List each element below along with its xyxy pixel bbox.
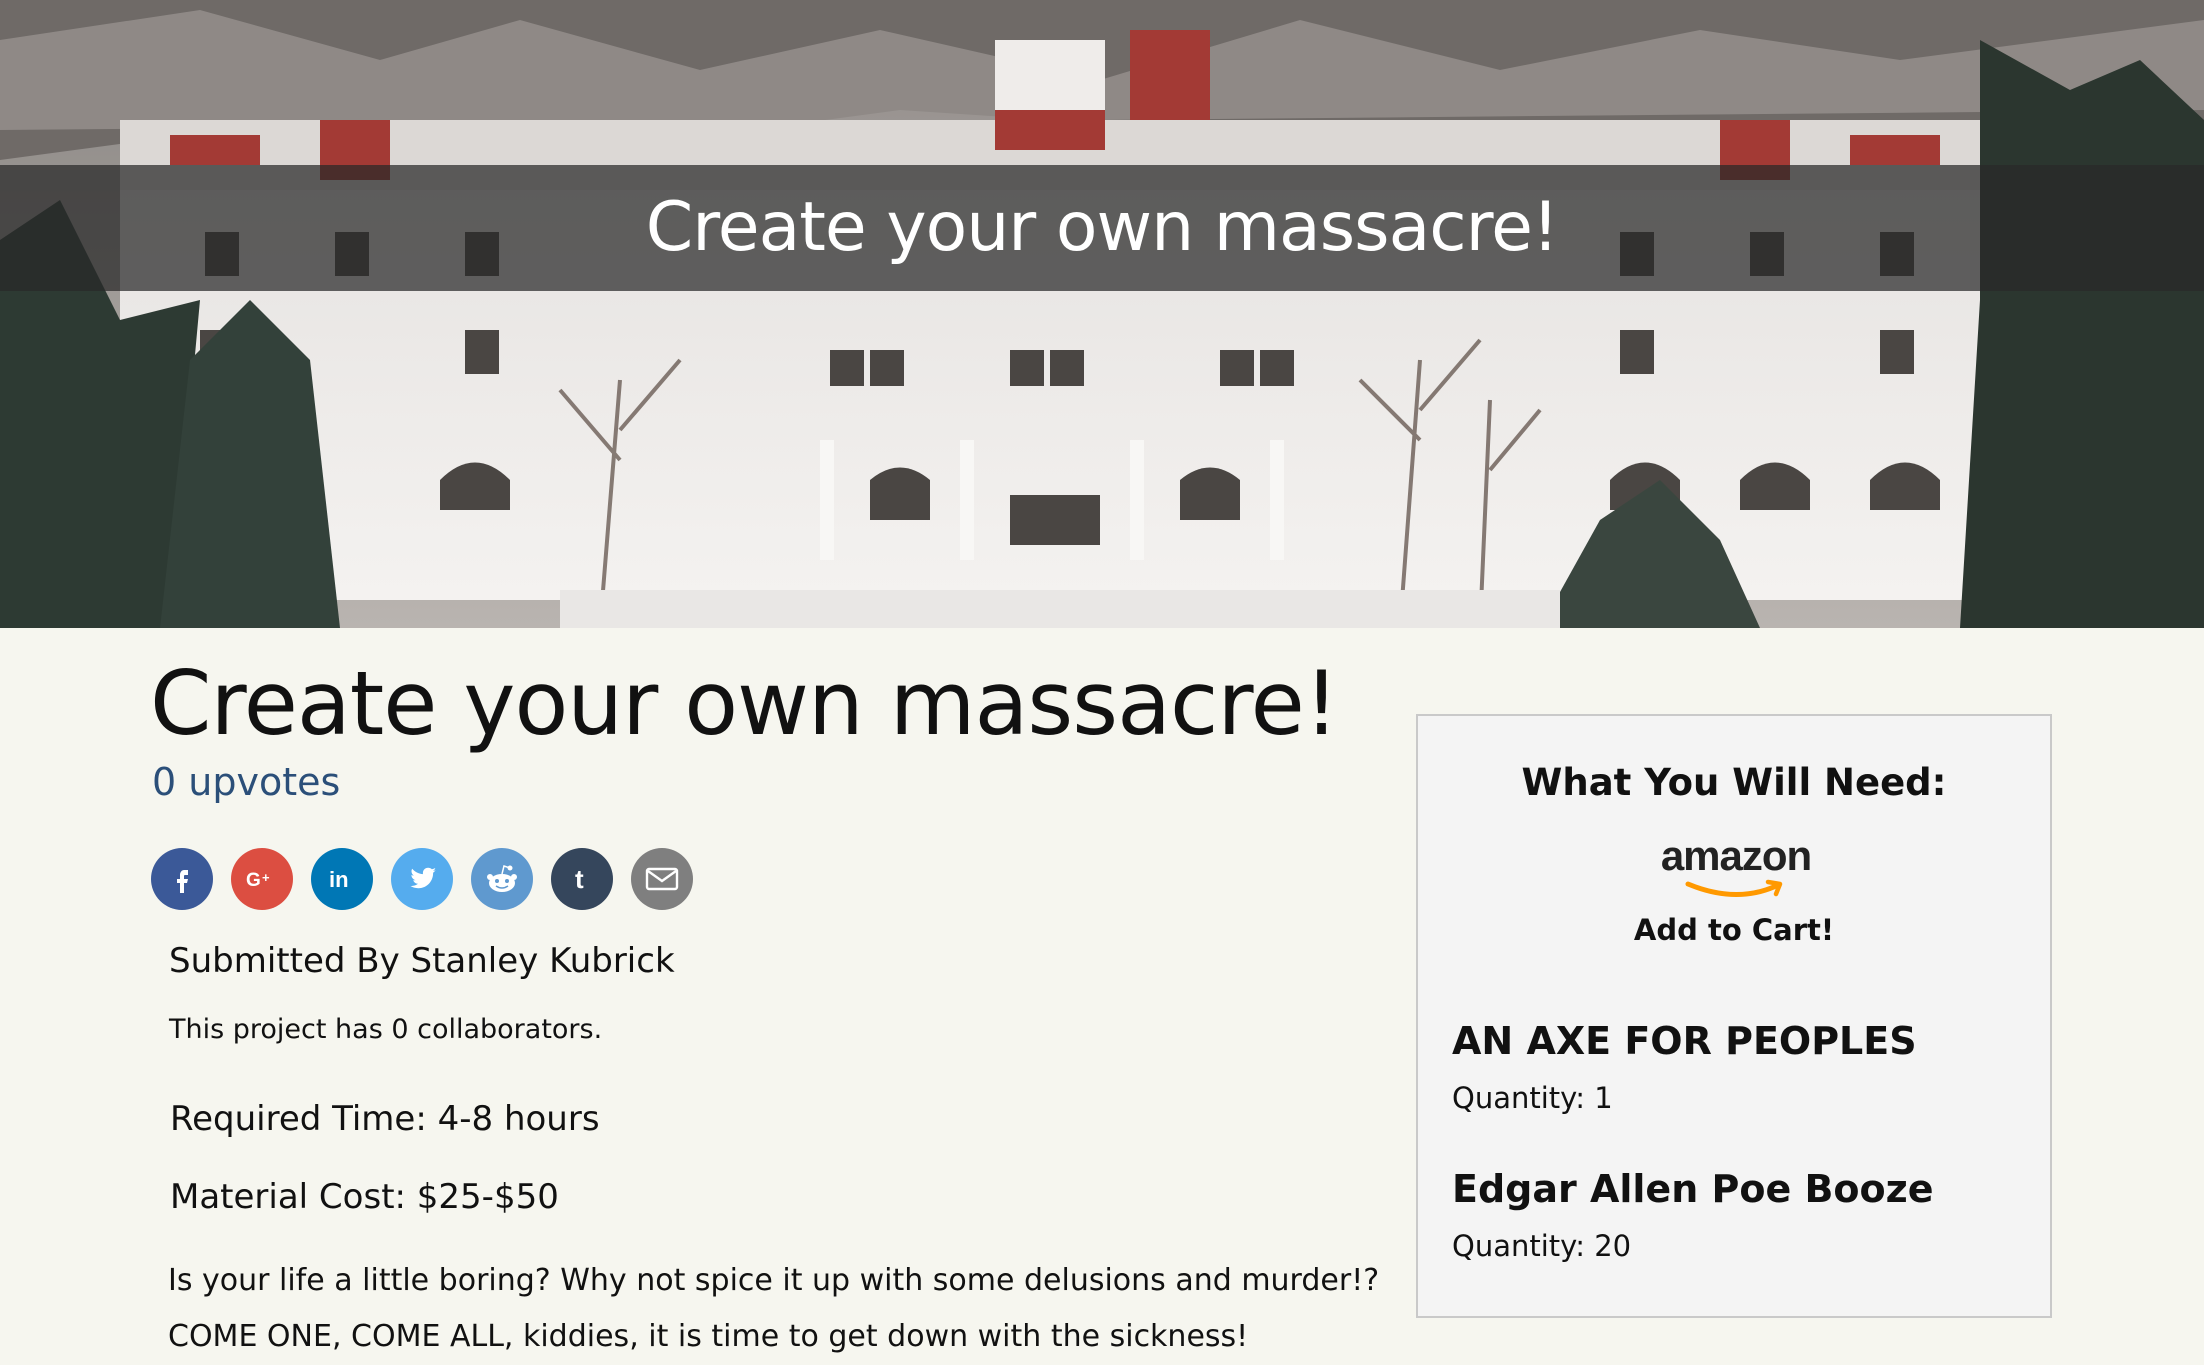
material-item-name: AN AXE FOR PEOPLES [1452,1019,1917,1063]
upvotes-link[interactable]: 0 upvotes [152,756,340,808]
amazon-smile-icon [1685,879,1783,897]
facebook-share-button[interactable] [151,848,213,910]
required-time: Required Time: 4-8 hours [170,1099,600,1139]
svg-text:+: + [262,870,270,885]
svg-text:in: in [329,867,349,892]
add-to-cart-button[interactable]: Add to Cart! [1418,910,2050,950]
hero-image [0,0,2204,628]
reddit-icon [487,865,517,892]
tumblr-share-button[interactable]: t [551,848,613,910]
material-item-name: Edgar Allen Poe Booze [1452,1167,1934,1211]
twitter-share-button[interactable] [391,848,453,910]
facebook-icon [177,870,188,893]
svg-text:G: G [246,870,261,891]
materials-panel: What You Will Need: amazon Add to Cart! … [1416,714,2052,1318]
linkedin-share-button[interactable]: in [311,848,373,910]
material-item-quantity: Quantity: 1 [1452,1081,1613,1115]
submitted-by: Submitted By Stanley Kubrick [169,941,675,981]
reddit-share-button[interactable] [471,848,533,910]
linkedin-icon: in [329,867,349,892]
amazon-wordmark: amazon [1660,832,1812,879]
collaborators-count: This project has 0 collaborators. [169,1014,603,1045]
google-plus-icon: G + [246,870,270,891]
amazon-logo[interactable]: amazon [1654,832,1818,902]
twitter-icon [410,867,436,889]
google-plus-share-button[interactable]: G + [231,848,293,910]
material-item-quantity: Quantity: 20 [1452,1229,1632,1263]
tumblr-icon: t [575,864,584,894]
project-description: Is your life a little boring? Why not sp… [168,1263,1380,1354]
share-buttons: G + in t [151,848,693,910]
hero-title: Create your own massacre! [645,188,1559,267]
hero-banner: Create your own massacre! [0,0,2204,628]
email-icon [645,867,679,891]
material-cost: Material Cost: $25-$50 [170,1177,559,1217]
email-share-button[interactable] [631,848,693,910]
svg-text:t: t [575,864,584,894]
page-title: Create your own massacre! [150,652,1339,755]
materials-title: What You Will Need: [1521,761,1947,804]
